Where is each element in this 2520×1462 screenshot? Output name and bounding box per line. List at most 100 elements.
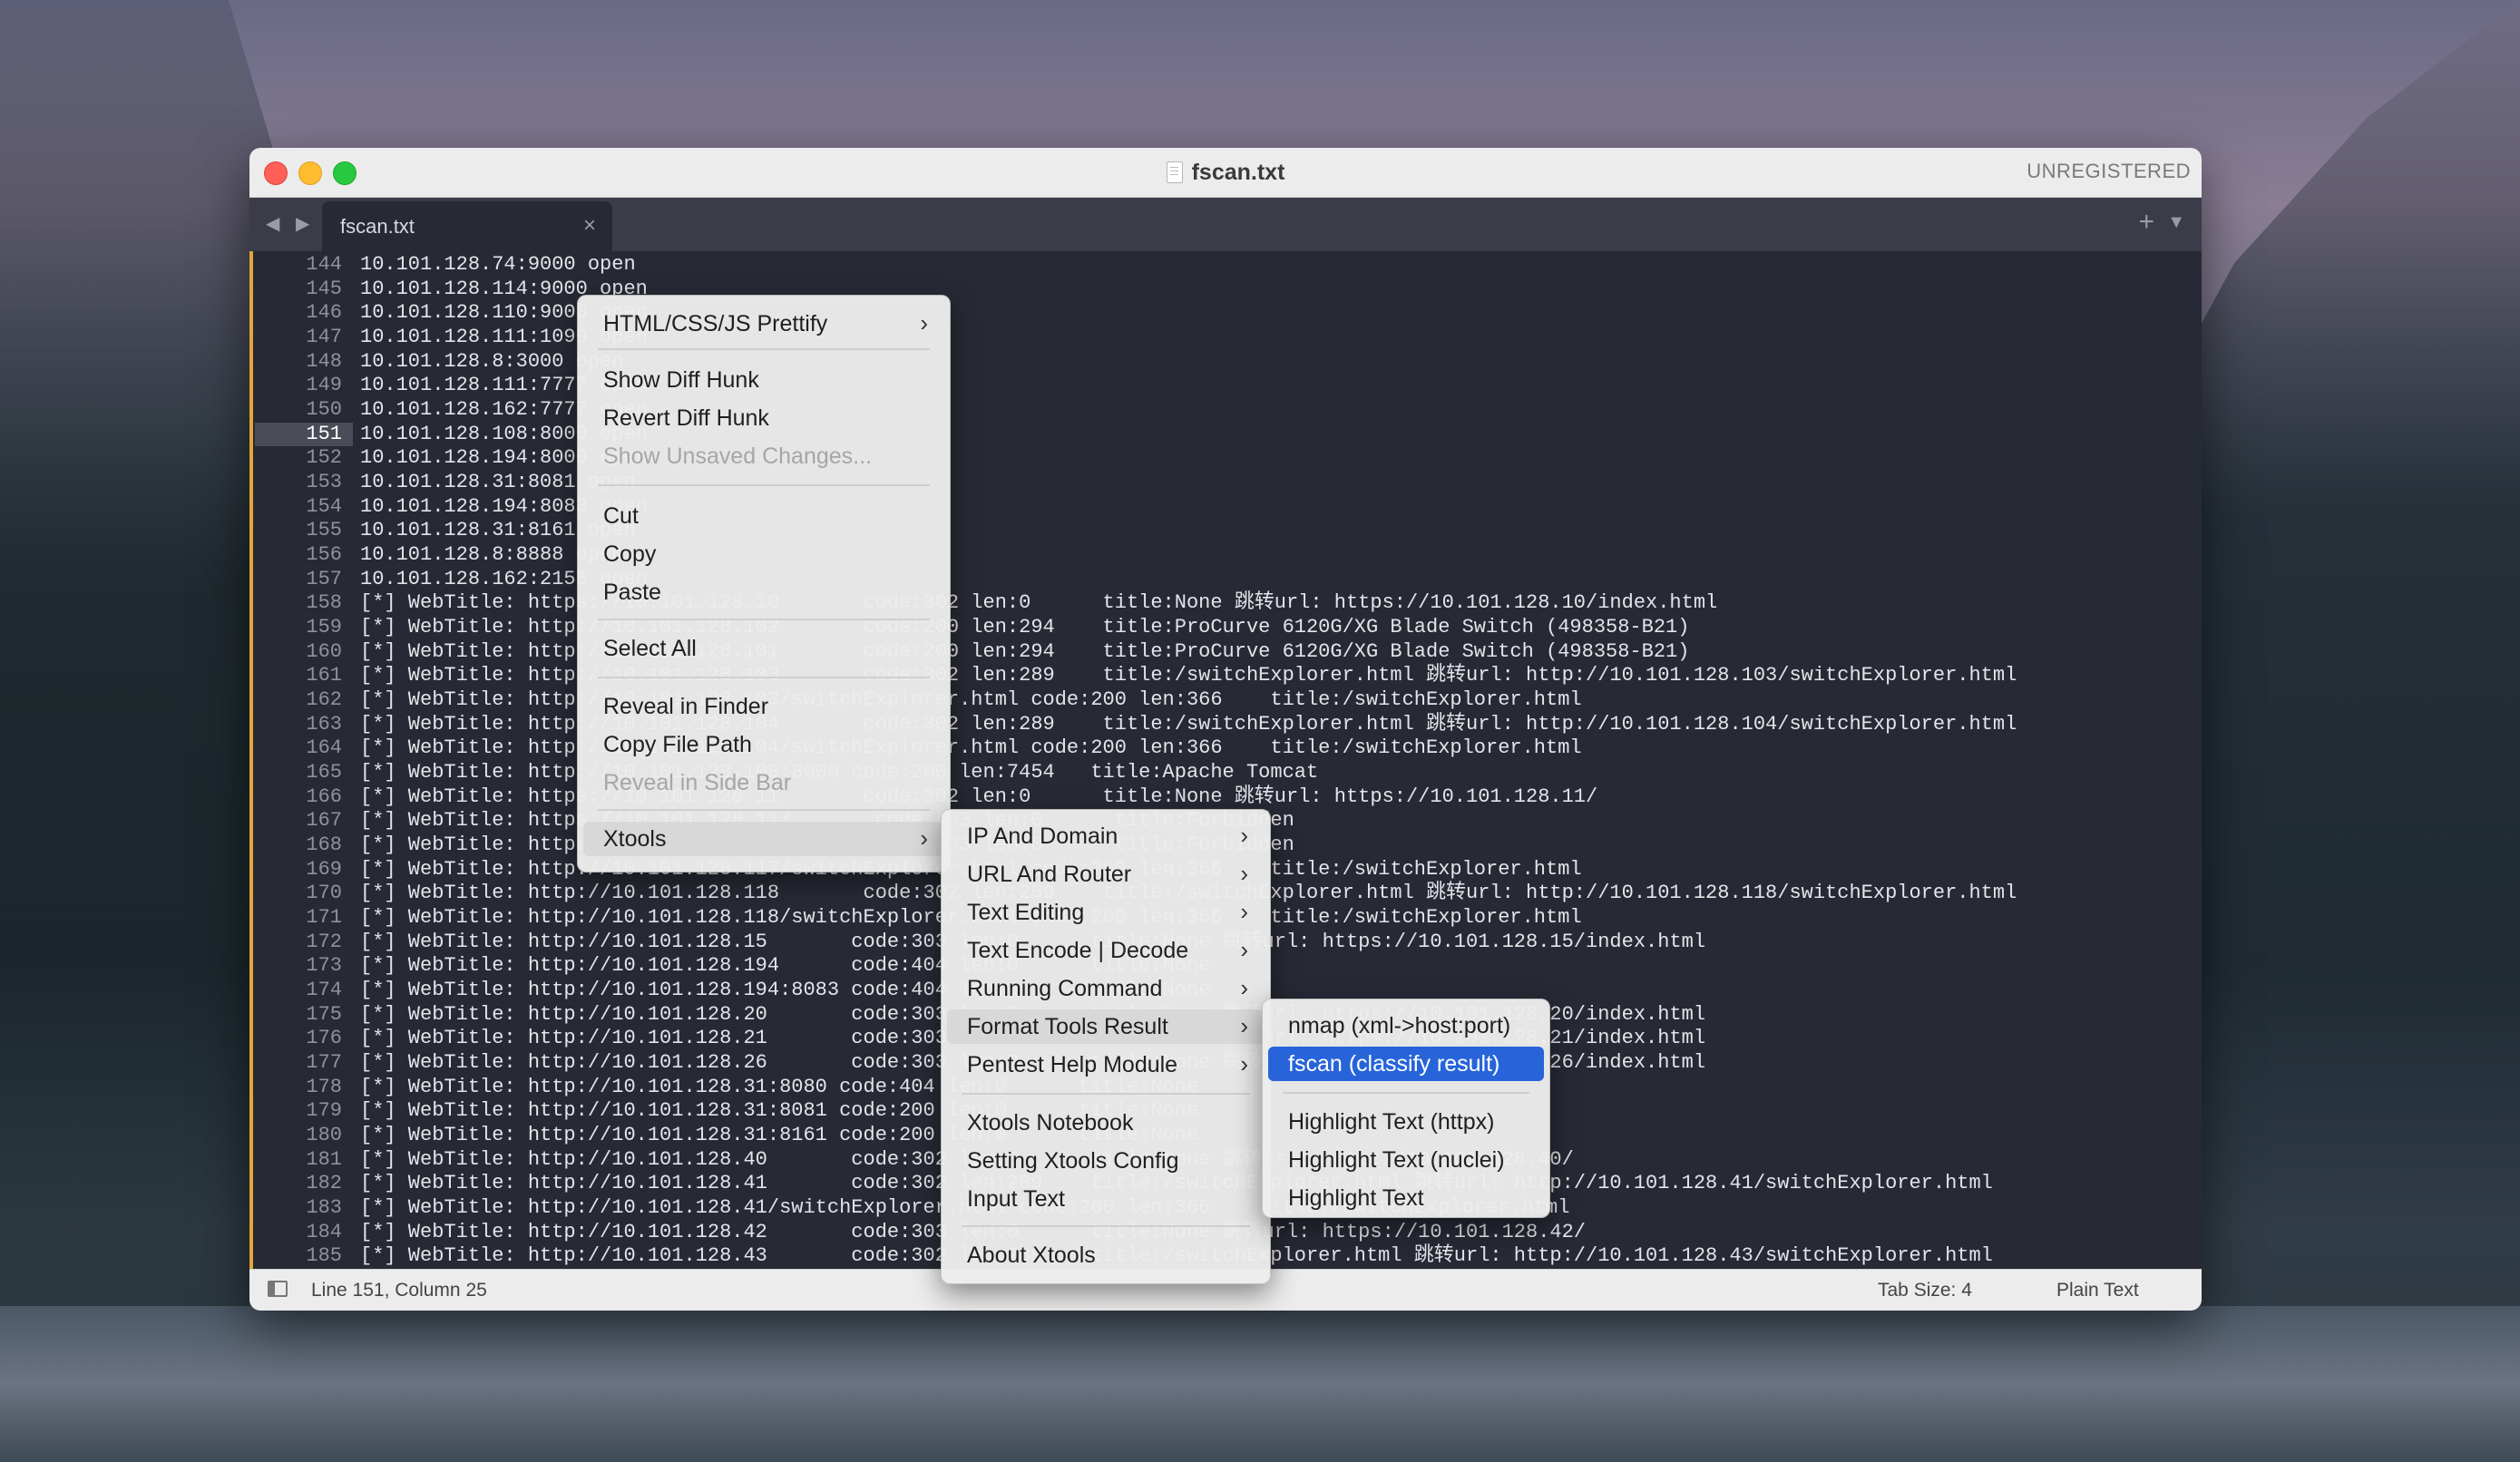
context-menu-item-revert-diff-hunk[interactable]: Revert Diff Hunk [583, 401, 944, 435]
code-line[interactable]: 161 [*] WebTitle: http://10.101.128.103 c… [249, 664, 2202, 688]
context-menu-item-copy-file-path[interactable]: Copy File Path [583, 727, 944, 762]
menu-item-label: Paste [603, 580, 661, 605]
menu-item-label: Highlight Text (nuclei) [1288, 1147, 1505, 1173]
xtools-menu-item-about-xtools[interactable]: About Xtools [947, 1238, 1265, 1272]
line-number: 159 [306, 616, 342, 639]
code-line[interactable]: 155 10.101.128.31:8161 open [249, 519, 2202, 543]
chevron-right-icon: › [1240, 1050, 1248, 1077]
chevron-right-icon: › [1240, 860, 1248, 887]
code-line[interactable]: 165[*] WebTitle: http://10.101.128.108:8… [249, 761, 2202, 785]
tab-close-icon[interactable]: × [583, 213, 596, 239]
menu-item-label: Show Unsaved Changes... [603, 443, 873, 469]
code-line[interactable]: 147 10.101.128.111:1099 open [249, 326, 2202, 350]
code-line[interactable]: 159 [*] WebTitle: http://10.101.128.102 c… [249, 616, 2202, 640]
code-line[interactable]: 160 [*] WebTitle: http://10.101.128.101 c… [249, 640, 2202, 665]
line-number: 170 [306, 882, 342, 905]
xtools-menu-item-pentest-help-module[interactable]: Pentest Help Module › [947, 1048, 1265, 1082]
xtools-menu-item-input-text[interactable]: Input Text [947, 1182, 1265, 1216]
line-number: 148 [306, 349, 342, 373]
line-number: 182 [306, 1172, 342, 1195]
code-line[interactable]: 163 [*] WebTitle: http://10.101.128.104 c… [249, 713, 2202, 737]
format-menu-item-highlight-text-httpx[interactable]: Highlight Text (httpx) [1268, 1105, 1544, 1139]
xtools-menu-item-text-encode-decode[interactable]: Text Encode | Decode › [947, 933, 1265, 968]
context-menu-item-paste[interactable]: Paste [583, 575, 944, 609]
menu-item-label: Cut [603, 503, 639, 529]
tab-navigation-arrows-icon[interactable]: ◀ ▶ [266, 212, 315, 235]
line-number: 180 [306, 1124, 342, 1147]
chevron-right-icon: › [1240, 1012, 1248, 1039]
syntax-selector[interactable]: Plain Text [2056, 1280, 2139, 1301]
code-line[interactable]: 154 10.101.128.194:8083 open [249, 495, 2202, 520]
menu-item-label: HTML/CSS/JS Prettify [603, 311, 828, 336]
menu-item-label: Text Editing [967, 900, 1085, 925]
line-number: 177 [306, 1051, 342, 1075]
code-line[interactable]: 146 10.101.128.110:9000 open [249, 301, 2202, 326]
xtools-menu-item-format-tools-result[interactable]: Format Tools Result › [947, 1009, 1265, 1044]
line-text: [*] WebTitle: https://10.101.128.11 code… [360, 785, 1598, 808]
context-menu-item-show-diff-hunk[interactable]: Show Diff Hunk [583, 363, 944, 397]
line-text: [*] WebTitle: http://10.101.128.103/swit… [360, 688, 1582, 712]
xtools-menu-item-setting-xtools-config[interactable]: Setting Xtools Config [947, 1144, 1265, 1178]
context-menu-item-cut[interactable]: Cut [583, 499, 944, 533]
code-line[interactable]: 149 10.101.128.111:7777 open [249, 374, 2202, 398]
menu-item-label: Pentest Help Module [967, 1052, 1178, 1077]
code-line[interactable]: 164 [*] WebTitle: http://10.101.128.104/s… [249, 736, 2202, 761]
tab-size-selector[interactable]: Tab Size: 4 [1878, 1280, 1972, 1301]
code-line[interactable]: 148 10.101.128.8:3000 open [249, 350, 2202, 375]
menu-item-label: Format Tools Result [967, 1014, 1168, 1039]
code-line[interactable]: 162 [*] WebTitle: http://10.101.128.103/s… [249, 688, 2202, 713]
line-number: 163 [306, 712, 342, 736]
xtools-menu-item-ip-and-domain[interactable]: IP And Domain › [947, 819, 1265, 853]
tab-fscan[interactable]: fscan.txt × [322, 201, 612, 251]
format-menu-item-fscan-classify-result[interactable]: fscan (classify result) [1268, 1047, 1544, 1081]
menu-item-label: Reveal in Finder [603, 694, 769, 719]
line-number: 176 [306, 1027, 342, 1050]
menu-item-label: fscan (classify result) [1288, 1051, 1500, 1077]
xtools-menu-item-text-editing[interactable]: Text Editing › [947, 895, 1265, 930]
context-menu-item-reveal-in-side-bar: Reveal in Side Bar [583, 765, 944, 800]
sidebar-toggle-icon[interactable] [268, 1281, 288, 1297]
menu-item-label: Running Command [967, 976, 1163, 1001]
menu-separator [598, 619, 930, 620]
format-menu-item-highlight-text[interactable]: Highlight Text [1268, 1181, 1544, 1215]
chevron-right-icon: › [1240, 898, 1248, 925]
line-number: 150 [306, 398, 342, 422]
new-tab-icon[interactable]: + [2138, 207, 2154, 238]
menu-separator [1283, 1092, 1529, 1094]
code-line[interactable]: 158 [*] WebTitle: https://10.101.128.10 c… [249, 591, 2202, 616]
menu-item-label: IP And Domain [967, 824, 1118, 849]
xtools-menu-item-url-and-router[interactable]: URL And Router › [947, 857, 1265, 892]
menu-item-label: Highlight Text [1288, 1185, 1424, 1211]
context-menu-item-select-all[interactable]: Select All [583, 631, 944, 666]
context-menu-item-reveal-in-finder[interactable]: Reveal in Finder [583, 689, 944, 724]
xtools-menu-item-xtools-notebook[interactable]: Xtools Notebook [947, 1106, 1265, 1140]
format-menu-item-nmap-xml-host-port[interactable]: nmap (xml->host:port) [1268, 1009, 1544, 1043]
code-line[interactable]: 157 10.101.128.162:2155 open [249, 568, 2202, 592]
tab-bar: ◀ ▶ fscan.txt × + ▼ [249, 198, 2202, 251]
line-text: [*] WebTitle: https://10.101.128.10 code… [360, 591, 1718, 615]
xtools-menu-item-running-command[interactable]: Running Command › [947, 971, 1265, 1006]
cursor-position: Line 151, Column 25 [311, 1280, 487, 1301]
menu-item-label: URL And Router [967, 862, 1132, 887]
line-number: 169 [306, 857, 342, 881]
context-menu-item-html-css-js-prettify[interactable]: HTML/CSS/JS Prettify › [583, 307, 944, 341]
code-line[interactable]: 150 10.101.128.162:7777 open [249, 398, 2202, 423]
format-menu-item-highlight-text-nuclei[interactable]: Highlight Text (nuclei) [1268, 1143, 1544, 1177]
menu-separator [598, 348, 930, 350]
chevron-right-icon: › [920, 824, 928, 852]
line-text: [*] WebTitle: http://10.101.128.102 code… [360, 616, 1690, 639]
context-menu-item-show-unsaved-changes: Show Unsaved Changes... [583, 439, 944, 473]
code-line[interactable]: 166 [*] WebTitle: https://10.101.128.11 c… [249, 785, 2202, 810]
line-number: 158 [306, 591, 342, 615]
tab-list-icon[interactable]: ▼ [2167, 212, 2185, 233]
context-menu-item-xtools[interactable]: Xtools › [583, 822, 944, 856]
code-line[interactable]: 153 10.101.128.31:8081 open [249, 471, 2202, 495]
code-line[interactable]: 144 10.101.128.74:9000 open [249, 253, 2202, 278]
code-line[interactable]: 156 10.101.128.8:8888 open [249, 543, 2202, 568]
menu-item-label: Xtools [603, 826, 667, 852]
code-line[interactable]: 152 10.101.128.194:8000 open [249, 446, 2202, 471]
code-line[interactable]: 145 10.101.128.114:9000 open [249, 278, 2202, 302]
code-line[interactable]: 151 10.101.128.108:8000 open [249, 422, 2202, 447]
line-number: 155 [306, 519, 342, 542]
context-menu-item-copy[interactable]: Copy [583, 537, 944, 571]
